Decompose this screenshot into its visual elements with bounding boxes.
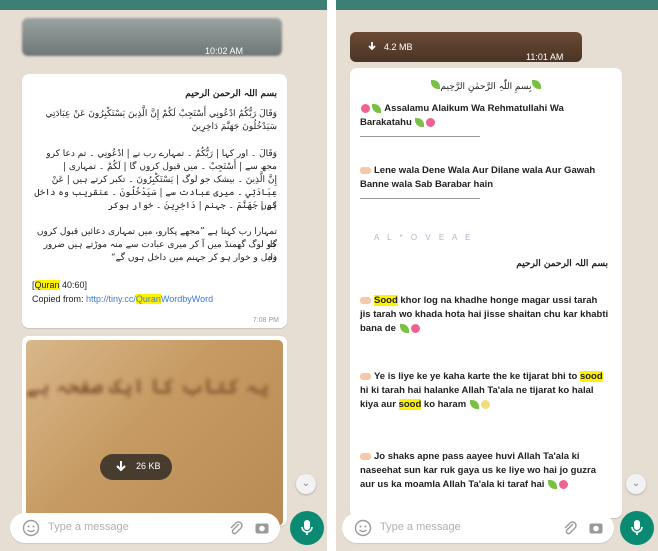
attach-icon[interactable] (562, 520, 578, 536)
leaf-emoji (415, 117, 425, 127)
double-chevron-down-icon: ⌄ (301, 478, 311, 489)
message-placeholder: Type a message (380, 521, 461, 533)
camera-icon[interactable] (588, 520, 604, 536)
panel-divider (327, 0, 336, 551)
leaf-emoji (430, 80, 440, 90)
pointing-hand-emoji (360, 296, 371, 304)
paragraph-3: Jo shaks apne pass aayee huvi Allah Ta'a… (360, 451, 597, 490)
emoji-icon[interactable] (354, 519, 372, 537)
mic-button[interactable] (290, 511, 324, 545)
message-input-bar[interactable]: Type a message (10, 513, 280, 543)
flower-emoji (559, 479, 569, 489)
bismillah-line: بسم اللہ الرحمن الرحیم (185, 89, 277, 99)
scroll-down-button[interactable]: ⌄ (296, 474, 316, 494)
double-chevron-down-icon: ⌄ (631, 478, 641, 489)
top-header-strip (0, 0, 327, 10)
copied-from-line: Copied from: http://tiny.cc/QuranWordbyW… (32, 294, 214, 304)
face-emoji (480, 399, 490, 409)
source-link[interactable]: http://tiny.cc/QuranWordbyWord (86, 294, 213, 304)
bismillah-line: بسم اللہ الرحمن الرحیم (516, 259, 608, 269)
media-timestamp: 10:02 AM (205, 46, 244, 56)
attach-icon[interactable] (228, 520, 244, 536)
blurred-image[interactable]: یہ کتاب کا ایک صفحہ ہے (26, 340, 283, 526)
flower-emoji (361, 103, 370, 113)
download-size: 26 KB (136, 461, 161, 471)
flower-emoji (426, 117, 436, 127)
quran-message-bubble[interactable]: بسم اللہ الرحمن الرحیم وَقَالَ رَبُّكُمُ… (22, 74, 287, 328)
separator-line (360, 136, 480, 137)
word-meaning-line: مجھ سے | أَسْتَجِبْ ۔ میں قبول کروں گا |… (62, 162, 277, 172)
message-input-bar[interactable]: Type a message (342, 513, 614, 543)
word-meaning-line: وَقَالَ ۔ اور کہا | رَبُّكُمُ ۔ تمہارے ر… (46, 149, 277, 159)
pointing-hand-emoji (360, 452, 371, 460)
leaf-emoji (372, 103, 381, 113)
image-message-bubble[interactable]: یہ کتاب کا ایک صفحہ ہے 26 KB (22, 336, 287, 526)
quran-citation: [Quran 40:60] (32, 280, 88, 290)
paragraph-2: Ye is liye ke ye kaha karte the ke tijar… (360, 371, 603, 410)
left-chat-panel: 10:02 AM بسم اللہ الرحمن الرحیم وَقَالَ … (0, 0, 327, 551)
word-meaning-line: إِنَّ الَّذِينَ ۔ بیشک جو لوگ | يَسْتَكْ… (51, 175, 277, 185)
sood-message-bubble[interactable]: بِسمِ اللّٰہِ الرَّحمٰنِ الرَّحِیم Assal… (350, 68, 622, 518)
highlighted-sood: sood (579, 371, 603, 382)
separator-line (360, 198, 480, 199)
salam-text: Assalamu Alaikum Wa Rehmatullahi Wa Bara… (360, 102, 610, 147)
document-media-bar[interactable]: 4.2 MB 11:01 AM (350, 32, 582, 62)
right-chat-panel: 4.2 MB 11:01 AM بِسمِ اللّٰہِ الرَّحمٰنِ… (336, 0, 658, 551)
pointing-hand-emoji (360, 166, 371, 174)
image-text-blur: یہ کتاب کا ایک صفحہ ہے (26, 374, 269, 398)
camera-icon[interactable] (254, 520, 270, 536)
microphone-icon (631, 520, 643, 535)
flower-emoji (410, 323, 420, 333)
leaf-emoji (548, 479, 558, 489)
urdu-translation-line: ذلیل و خوار ہو کر جہنم میں داخل ہوں گے“ (110, 253, 277, 263)
lene-wala-text: Lene wala Dene Wala Aur Dilane wala Aur … (360, 164, 610, 209)
decorative-spaced-text: A L * O V E A E (374, 233, 474, 242)
message-timestamp: 7:08 PM (252, 317, 279, 324)
bismillah-header: بِسمِ اللّٰہِ الرَّحمٰنِ الرَّحِیم (350, 76, 622, 94)
media-timestamp: 11:01 AM (526, 52, 564, 62)
leaf-emoji (532, 80, 542, 90)
highlighted-sood: sood (398, 399, 422, 410)
leaf-emoji (469, 399, 479, 409)
scroll-down-button[interactable]: ⌄ (626, 474, 646, 494)
leaf-emoji (399, 323, 409, 333)
download-icon (368, 42, 376, 51)
highlighted-quran: Quran (34, 280, 60, 290)
download-icon (116, 461, 126, 472)
paragraph-1: Sood khor log na khadhe honge magar ussi… (360, 295, 609, 334)
pointing-hand-emoji (360, 372, 371, 380)
top-header-strip (336, 0, 658, 10)
highlighted-sood: Sood (374, 295, 398, 306)
word-meaning-line: گے | جَهَنَّمَ ۔ جہنم | دَاخِرِينَ ۔ خوا… (108, 201, 277, 211)
microphone-icon (301, 520, 313, 535)
file-size: 4.2 MB (384, 42, 413, 52)
download-button[interactable]: 26 KB (100, 454, 172, 480)
mic-button[interactable] (620, 511, 654, 545)
arabic-verse-line: سَيَدْخُلُونَ جَهَنَّمَ دَاخِرِينَ (191, 122, 277, 132)
message-placeholder: Type a message (48, 521, 129, 533)
arabic-verse-line: وَقَالَ رَبُّكُمُ ادْعُونِي أَسْتَجِبْ ل… (45, 109, 277, 119)
emoji-icon[interactable] (22, 519, 40, 537)
